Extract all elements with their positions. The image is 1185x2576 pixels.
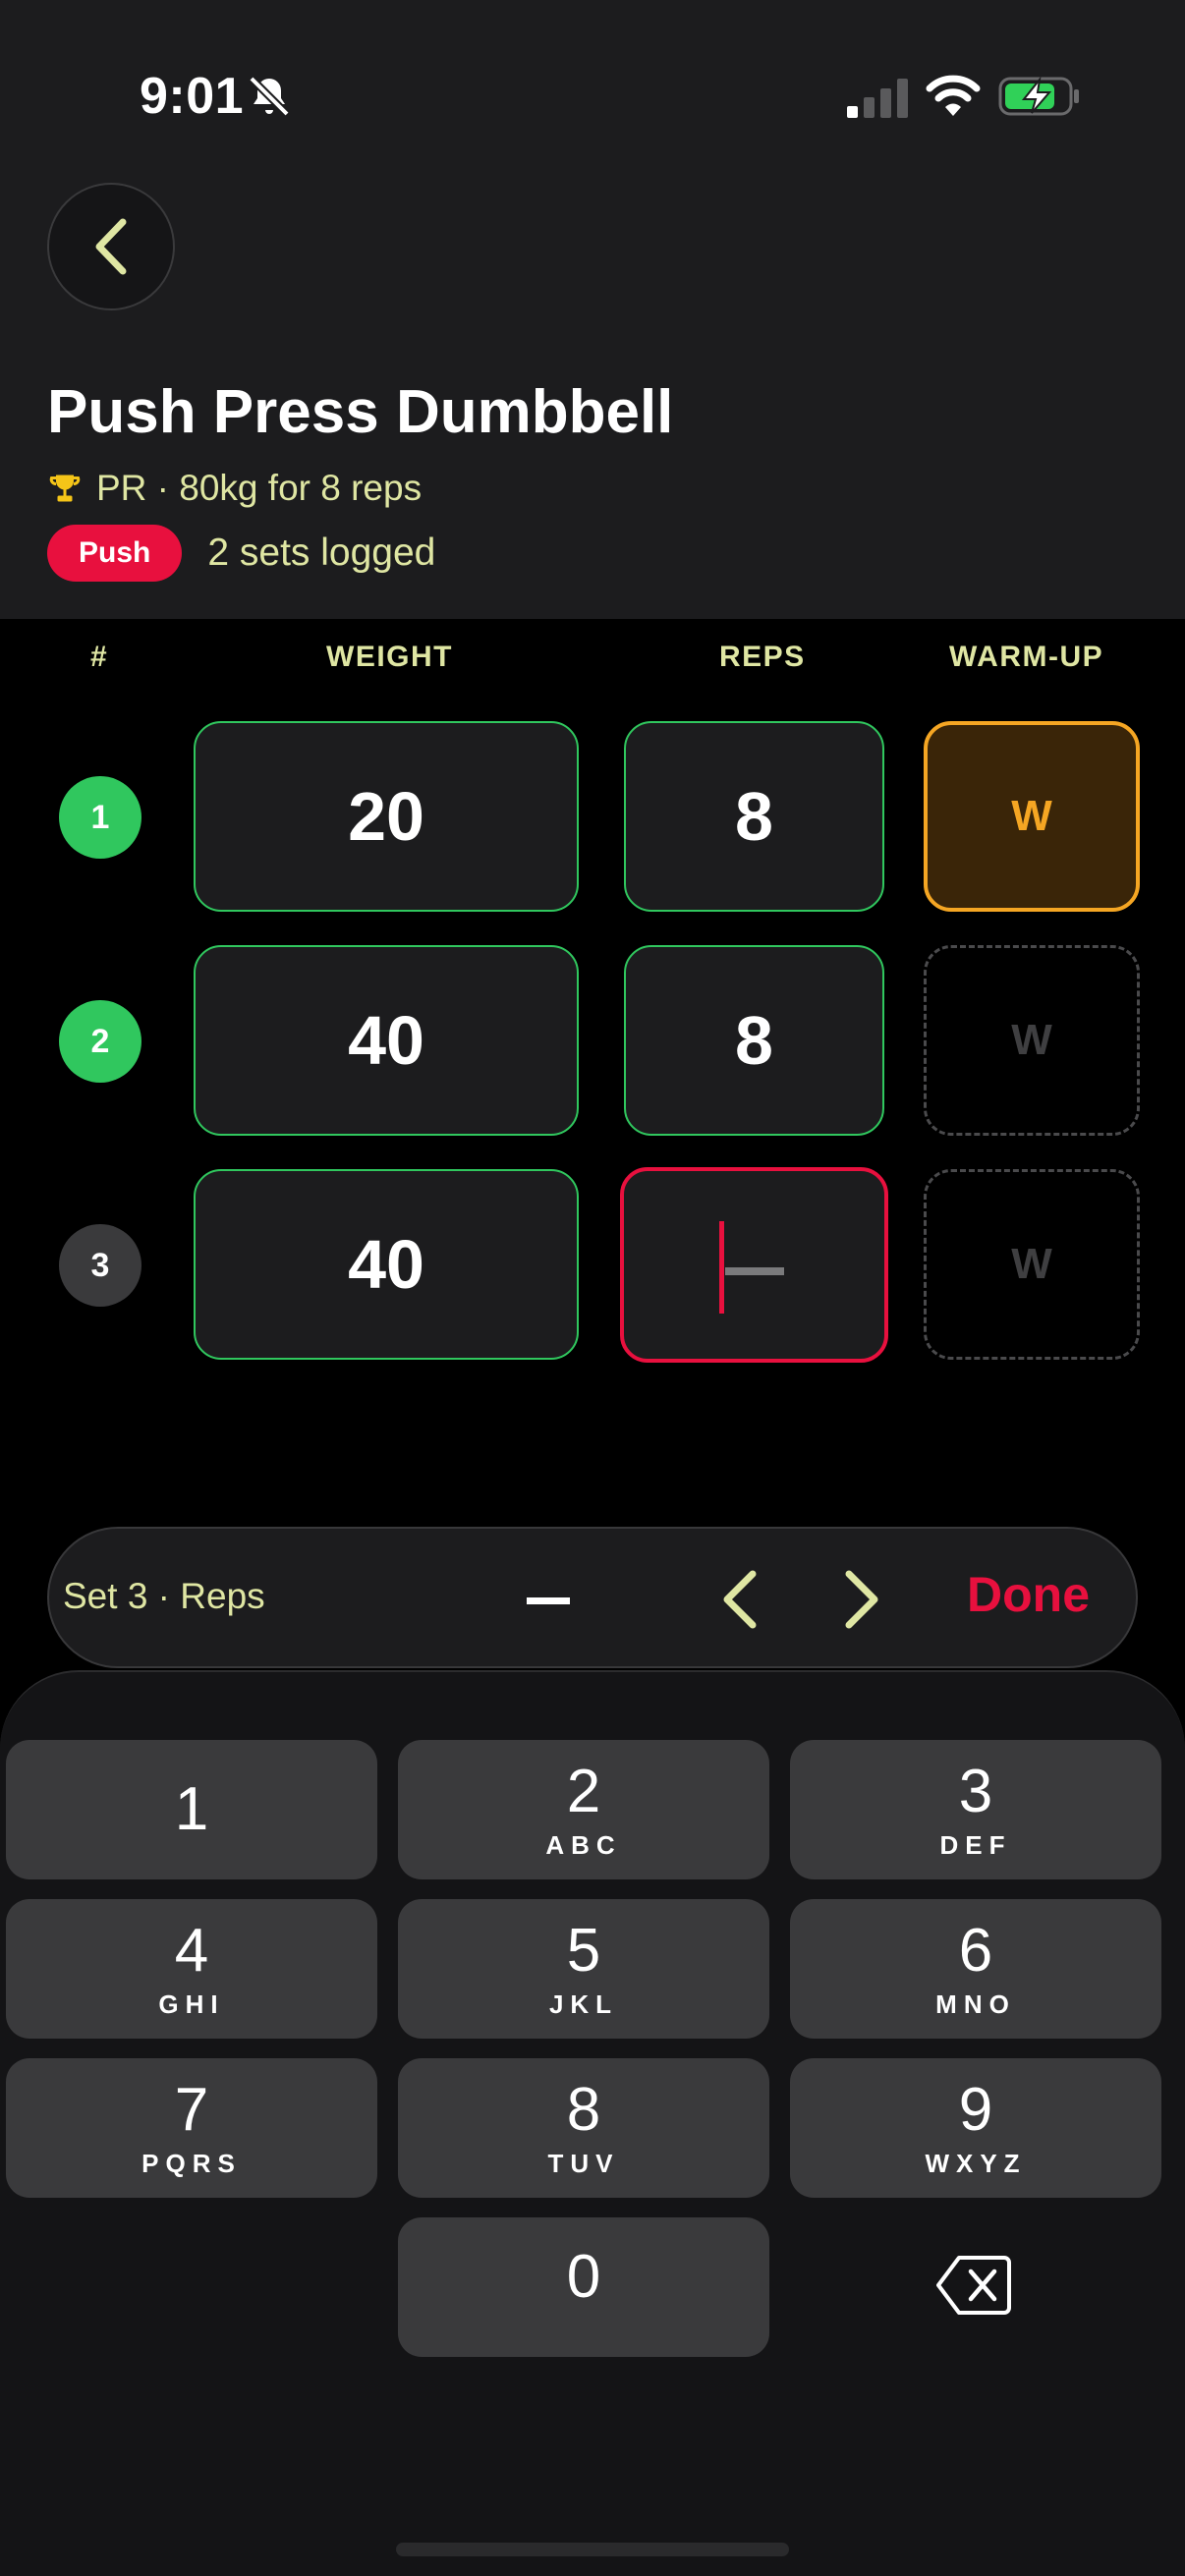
tag-row: Push 2 sets logged (47, 525, 435, 582)
set-number-badge: 1 (59, 776, 141, 859)
key-0[interactable]: 0 (398, 2217, 769, 2357)
key-9[interactable]: 9 WXYZ (790, 2058, 1161, 2198)
exercise-title: Push Press Dumbbell (47, 378, 674, 446)
battery-charging-icon (998, 76, 1079, 116)
key-digit: 6 (958, 1916, 993, 1985)
column-header-reps: REPS (719, 641, 806, 673)
key-digit: 1 (174, 1775, 209, 1843)
key-digit: 9 (958, 2075, 993, 2144)
status-time: 9:01 (140, 68, 245, 125)
trophy-icon (49, 475, 81, 502)
key-7[interactable]: 7 PQRS (6, 2058, 377, 2198)
reps-input[interactable]: 8 (624, 721, 884, 912)
key-letters: GHI (158, 1988, 225, 2019)
key-digit: 4 (174, 1916, 209, 1985)
back-button[interactable] (47, 183, 175, 310)
weight-input[interactable]: 40 (194, 1169, 579, 1360)
current-value-dash (527, 1597, 570, 1604)
next-field-button[interactable] (829, 1566, 892, 1633)
key-digit: 0 (566, 2243, 601, 2311)
weight-input[interactable]: 20 (194, 721, 579, 912)
set-number-badge: 3 (59, 1224, 141, 1307)
previous-field-button[interactable] (709, 1566, 772, 1633)
key-letters: JKL (548, 1988, 619, 2019)
column-header-number: # (90, 641, 109, 673)
key-6[interactable]: 6 MNO (790, 1899, 1161, 2039)
warmup-toggle[interactable]: W (924, 1169, 1140, 1360)
weight-input[interactable]: 40 (194, 945, 579, 1136)
backspace-icon[interactable] (935, 2254, 1012, 2317)
key-digit: 8 (566, 2075, 601, 2144)
set-number-badge: 2 (59, 1000, 141, 1083)
key-letters: WXYZ (925, 2148, 1027, 2178)
active-field-label: Set 3 · Reps (63, 1576, 265, 1616)
key-digit: 7 (174, 2075, 209, 2144)
key-3[interactable]: 3 DEF (790, 1740, 1161, 1879)
key-digit: 5 (566, 1916, 601, 1985)
cellular-signal-icon (847, 79, 908, 118)
column-header-warmup: WARM-UP (949, 641, 1104, 673)
input-accessory-bar: Set 3 · Reps Done (47, 1527, 1138, 1668)
wifi-icon (926, 75, 981, 116)
key-letters: DEF (939, 1829, 1012, 1860)
key-1[interactable]: 1 (6, 1740, 377, 1879)
text-cursor (719, 1221, 724, 1314)
reps-input[interactable]: 8 (624, 945, 884, 1136)
personal-record: PR · 80kg for 8 reps (47, 468, 422, 509)
chevron-left-icon (95, 218, 127, 275)
warmup-toggle[interactable]: W (924, 721, 1140, 912)
home-indicator (396, 2543, 789, 2556)
key-letters: ABC (545, 1829, 622, 1860)
column-header-weight: WEIGHT (326, 641, 453, 673)
category-tag[interactable]: Push (47, 525, 183, 582)
key-2[interactable]: 2 ABC (398, 1740, 769, 1879)
key-4[interactable]: 4 GHI (6, 1899, 377, 2039)
key-digit: 2 (566, 1757, 601, 1825)
key-8[interactable]: 8 TUV (398, 2058, 769, 2198)
key-digit: 3 (958, 1757, 993, 1825)
header-panel: 9:01 Push Press Dumbbell PR · 80kg for 8… (0, 0, 1185, 619)
key-letters: TUV (547, 2148, 620, 2178)
key-5[interactable]: 5 JKL (398, 1899, 769, 2039)
reps-input-active[interactable] (620, 1167, 888, 1363)
key-letters: PQRS (141, 2148, 242, 2178)
bell-slash-icon (249, 76, 290, 117)
reps-empty-placeholder (725, 1267, 784, 1275)
warmup-toggle[interactable]: W (924, 945, 1140, 1136)
pr-text: PR · 80kg for 8 reps (96, 468, 423, 508)
key-letters: MNO (935, 1988, 1016, 2019)
sets-logged-count: 2 sets logged (207, 532, 436, 574)
done-button[interactable]: Done (967, 1566, 1090, 1623)
